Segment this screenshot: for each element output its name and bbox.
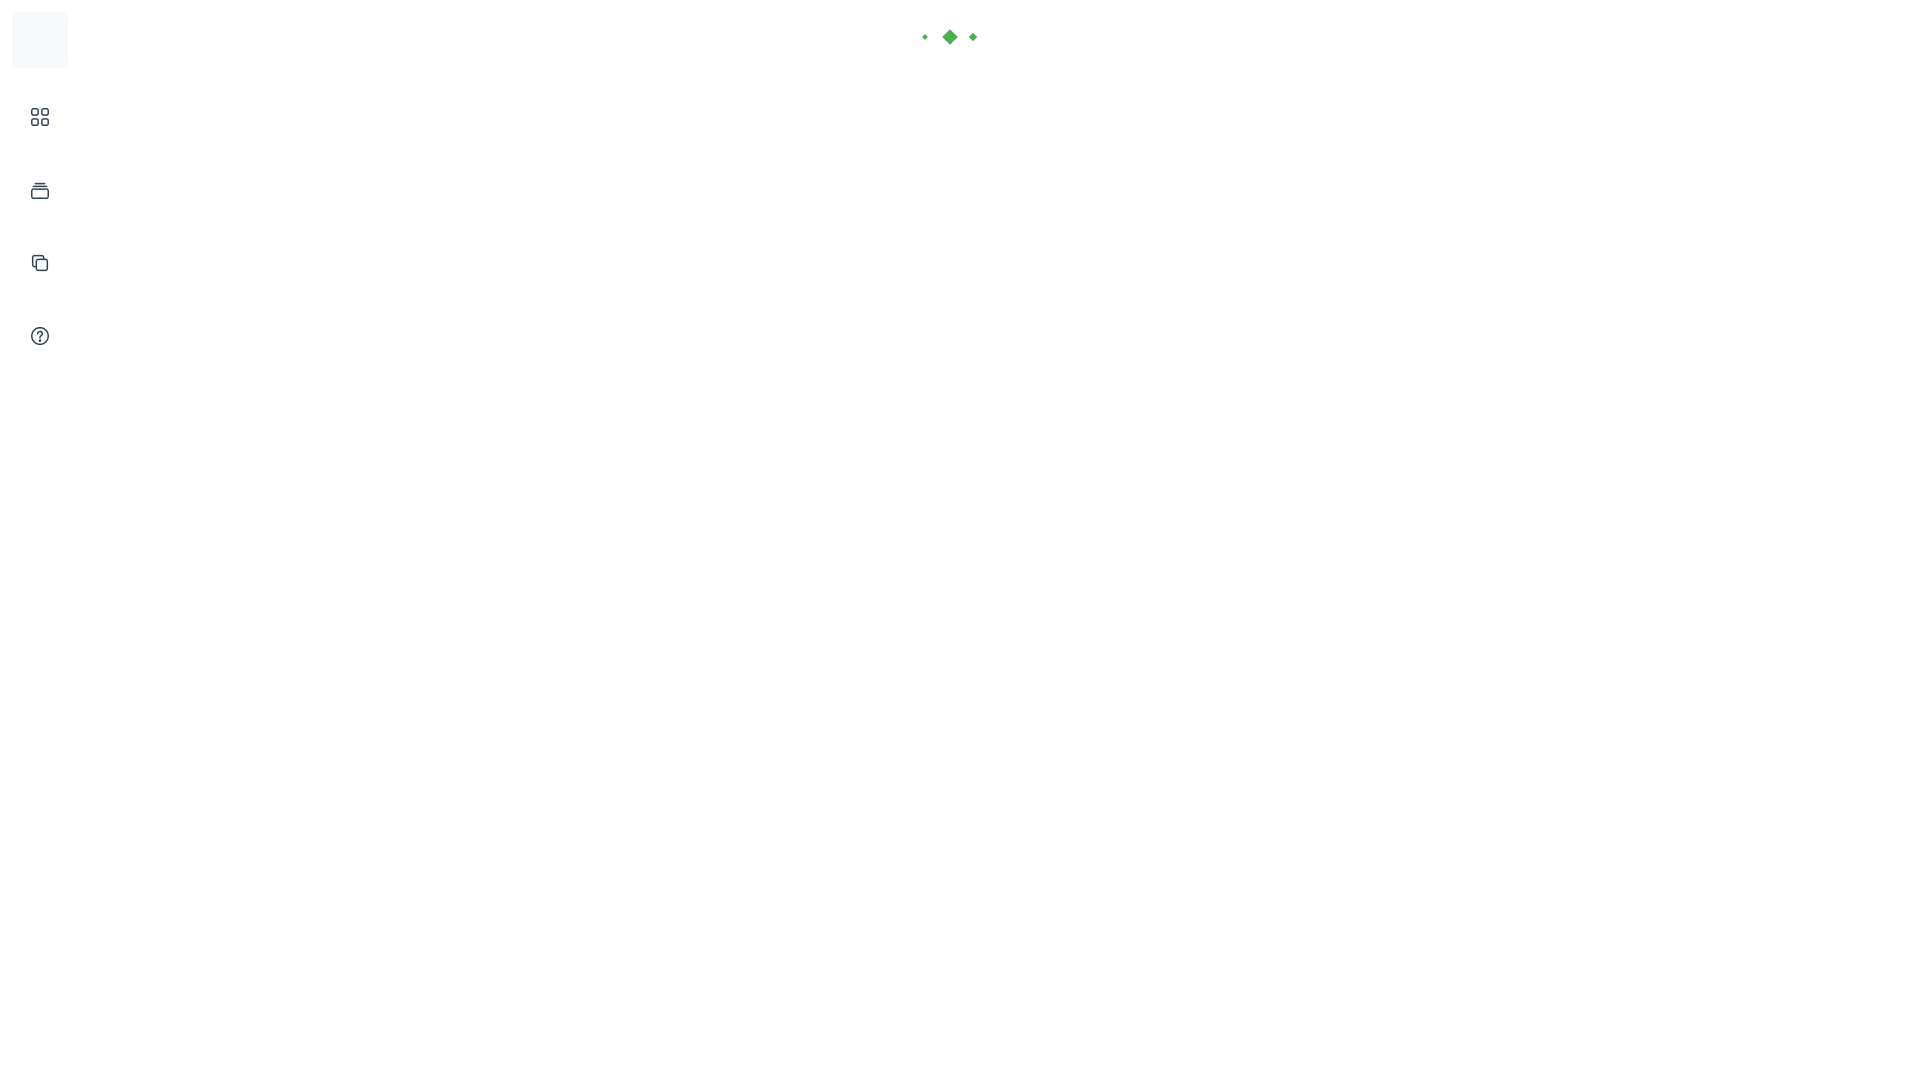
sidebar-item-layers[interactable] <box>20 170 60 210</box>
logo-placeholder[interactable] <box>12 12 68 68</box>
sidebar-item-dashboard[interactable] <box>20 97 60 137</box>
help-icon <box>31 327 49 345</box>
sidebar-item-copy[interactable] <box>20 243 60 283</box>
sidebar <box>0 0 80 1080</box>
grid-icon <box>31 108 49 126</box>
copy-icon <box>31 254 49 272</box>
sidebar-item-help[interactable] <box>20 316 60 356</box>
layers-icon <box>31 182 49 199</box>
loading-dots-icon <box>922 29 978 45</box>
